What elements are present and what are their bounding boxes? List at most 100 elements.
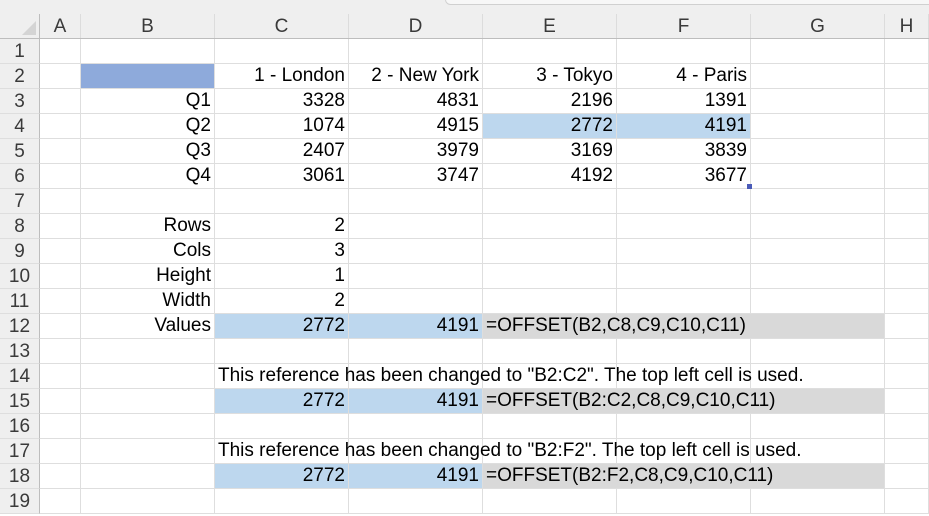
fill-handle[interactable] <box>747 184 752 189</box>
cell-h16[interactable] <box>885 414 929 439</box>
cell-c4[interactable]: 1074 <box>215 114 349 139</box>
cell-a13[interactable] <box>40 339 81 364</box>
cell-d2[interactable]: 2 - New York <box>349 64 483 89</box>
cell-e5[interactable]: 3169 <box>483 139 617 164</box>
cell-b12[interactable]: Values <box>81 314 215 339</box>
cell-a8[interactable] <box>40 214 81 239</box>
formula-text-row15[interactable]: =OFFSET(B2:C2,C8,C9,C10,C11) <box>483 389 776 414</box>
column-header-c[interactable]: C <box>215 14 349 38</box>
cell-g4[interactable] <box>751 114 885 139</box>
formula-text-row12[interactable]: =OFFSET(B2,C8,C9,C10,C11) <box>483 314 746 339</box>
cell-a1[interactable] <box>40 39 81 64</box>
cell-f19[interactable] <box>617 489 751 514</box>
cell-a14[interactable] <box>40 364 81 389</box>
cell-h9[interactable] <box>885 239 929 264</box>
cell-b4[interactable]: Q2 <box>81 114 215 139</box>
cell-d6[interactable]: 3747 <box>349 164 483 189</box>
row-header-4[interactable]: 4 <box>0 114 40 139</box>
cell-c10[interactable]: 1 <box>215 264 349 289</box>
cell-e11[interactable] <box>483 289 617 314</box>
cell-a9[interactable] <box>40 239 81 264</box>
cell-d15[interactable]: 4191 <box>349 389 483 414</box>
row-header-3[interactable]: 3 <box>0 89 40 114</box>
cell-c13[interactable] <box>215 339 349 364</box>
cell-h1[interactable] <box>885 39 929 64</box>
row-header-17[interactable]: 17 <box>0 439 40 464</box>
cell-b7[interactable] <box>81 189 215 214</box>
cell-g16[interactable] <box>751 414 885 439</box>
cell-c9[interactable]: 3 <box>215 239 349 264</box>
cell-d12[interactable]: 4191 <box>349 314 483 339</box>
cell-c5[interactable]: 2407 <box>215 139 349 164</box>
cell-g19[interactable] <box>751 489 885 514</box>
formula-text-row18[interactable]: =OFFSET(B2:F2,C8,C9,C10,C11) <box>483 464 773 489</box>
note-b2-c2[interactable]: This reference has been changed to "B2:C… <box>215 364 804 389</box>
cell-c2[interactable]: 1 - London <box>215 64 349 89</box>
cell-f9[interactable] <box>617 239 751 264</box>
cell-h5[interactable] <box>885 139 929 164</box>
cell-d8[interactable] <box>349 214 483 239</box>
cell-b10[interactable]: Height <box>81 264 215 289</box>
cell-g5[interactable] <box>751 139 885 164</box>
cell-e6[interactable]: 4192 <box>483 164 617 189</box>
column-header-b[interactable]: B <box>81 14 215 38</box>
cell-f7[interactable] <box>617 189 751 214</box>
cell-c19[interactable] <box>215 489 349 514</box>
cell-b15[interactable] <box>81 389 215 414</box>
cell-g12[interactable] <box>751 314 885 339</box>
column-header-a[interactable]: A <box>40 14 81 38</box>
row-header-13[interactable]: 13 <box>0 339 40 364</box>
cell-h12[interactable] <box>885 314 929 339</box>
select-all-corner[interactable] <box>0 14 40 39</box>
note-b2-f2[interactable]: This reference has been changed to "B2:F… <box>215 439 801 464</box>
cell-h19[interactable] <box>885 489 929 514</box>
cell-a7[interactable] <box>40 189 81 214</box>
cell-d13[interactable] <box>349 339 483 364</box>
cell-h18[interactable] <box>885 464 929 489</box>
cell-e8[interactable] <box>483 214 617 239</box>
cell-h11[interactable] <box>885 289 929 314</box>
cell-h3[interactable] <box>885 89 929 114</box>
cell-b8[interactable]: Rows <box>81 214 215 239</box>
row-header-14[interactable]: 14 <box>0 364 40 389</box>
cell-b3[interactable]: Q1 <box>81 89 215 114</box>
row-header-7[interactable]: 7 <box>0 189 40 214</box>
cell-b19[interactable] <box>81 489 215 514</box>
cell-d4[interactable]: 4915 <box>349 114 483 139</box>
cell-h15[interactable] <box>885 389 929 414</box>
cell-g9[interactable] <box>751 239 885 264</box>
row-header-16[interactable]: 16 <box>0 414 40 439</box>
row-header-8[interactable]: 8 <box>0 214 40 239</box>
cell-a18[interactable] <box>40 464 81 489</box>
cell-h10[interactable] <box>885 264 929 289</box>
cell-f10[interactable] <box>617 264 751 289</box>
row-header-5[interactable]: 5 <box>0 139 40 164</box>
cell-b1[interactable] <box>81 39 215 64</box>
row-header-6[interactable]: 6 <box>0 164 40 189</box>
cell-b2[interactable] <box>81 64 215 89</box>
cell-h7[interactable] <box>885 189 929 214</box>
cell-g2[interactable] <box>751 64 885 89</box>
row-header-18[interactable]: 18 <box>0 464 40 489</box>
row-header-12[interactable]: 12 <box>0 314 40 339</box>
cell-a17[interactable] <box>40 439 81 464</box>
cell-e3[interactable]: 2196 <box>483 89 617 114</box>
cell-a10[interactable] <box>40 264 81 289</box>
cell-d3[interactable]: 4831 <box>349 89 483 114</box>
cell-c7[interactable] <box>215 189 349 214</box>
row-header-15[interactable]: 15 <box>0 389 40 414</box>
cell-b16[interactable] <box>81 414 215 439</box>
cell-b6[interactable]: Q4 <box>81 164 215 189</box>
cell-d5[interactable]: 3979 <box>349 139 483 164</box>
cell-c11[interactable]: 2 <box>215 289 349 314</box>
cell-d1[interactable] <box>349 39 483 64</box>
cell-g1[interactable] <box>751 39 885 64</box>
cell-e13[interactable] <box>483 339 617 364</box>
cell-d16[interactable] <box>349 414 483 439</box>
cell-e7[interactable] <box>483 189 617 214</box>
cell-e10[interactable] <box>483 264 617 289</box>
cell-c1[interactable] <box>215 39 349 64</box>
row-header-10[interactable]: 10 <box>0 264 40 289</box>
cell-h14[interactable] <box>885 364 929 389</box>
cell-d11[interactable] <box>349 289 483 314</box>
